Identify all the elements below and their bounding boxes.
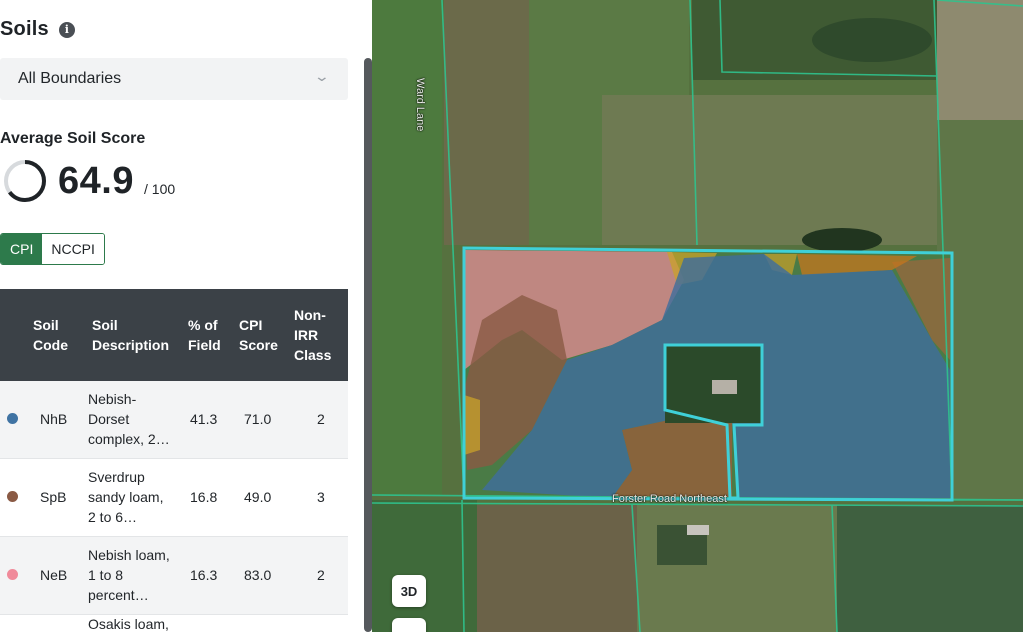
layers-icon[interactable] [392,618,426,632]
toggle-nccpi[interactable]: NCCPI [42,234,104,264]
header-soil-code[interactable]: Soil Code [33,315,68,355]
header-soil-description[interactable]: Soil Description [92,315,169,355]
soil-color-swatch [7,413,18,424]
soils-table: Soil Code Soil Description % of Field CPI Sc… [0,289,348,615]
partial-row-description: Osakis loam, [88,616,169,632]
score-type-toggle: CPI NCCPI [0,233,105,265]
soil-zone-yellow-3 [464,395,480,455]
map-canvas [372,0,1023,632]
soils-panel: Soils i All Boundaries ⌄ Average Soil Sc… [0,0,362,632]
chevron-down-icon: ⌄ [313,68,331,84]
soil-color-swatch [7,569,18,580]
table-row[interactable]: NhB Nebish- Dorset complex, 2… 41.3 71.0 2 [0,381,348,459]
satellite-map[interactable]: Ward Lane Forster Road Northeast 3D [372,0,1023,632]
cpi-score: 71.0 [244,411,272,427]
average-score-value: 64.9 [58,160,134,202]
header-percent-of-field[interactable]: % of Field [188,315,221,355]
average-score-max: / 100 [144,181,176,197]
non-irr-class: 2 [317,411,325,427]
road-label-forster-road: Forster Road Northeast [612,493,727,505]
table-header: Soil Code Soil Description % of Field CPI Sc… [0,289,348,381]
header-non-irr-class[interactable]: Non- IRR Class [294,305,331,365]
table-row[interactable]: NeB Nebish loam, 1 to 8 percent… 16.3 83.0… [0,537,348,615]
road-label-ward-lane: Ward Lane [414,78,426,132]
soil-description: Sverdrup sandy loam, 2 to 6… [88,469,164,525]
average-soil-score-label: Average Soil Score [0,130,146,147]
info-icon[interactable]: i [58,21,75,38]
soil-description: Nebish- Dorset complex, 2… [88,391,170,447]
cpi-score: 49.0 [244,489,272,505]
panel-header: Soils i [0,18,75,41]
soil-code: SpB [40,489,67,505]
boundary-select-value: All Boundaries [18,70,122,87]
toggle-cpi[interactable]: CPI [1,234,43,264]
non-irr-class: 2 [317,567,325,583]
soil-description: Nebish loam, 1 to 8 percent… [88,547,170,603]
3d-view-button[interactable]: 3D [392,575,426,607]
panel-scrollbar[interactable] [364,58,372,632]
cpi-score: 83.0 [244,567,272,583]
percent-of-field: 16.8 [190,489,218,505]
boundary-select[interactable]: All Boundaries ⌄ [0,58,348,100]
non-irr-class: 3 [317,489,325,505]
header-cpi-score[interactable]: CPI Score [239,315,278,355]
score-gauge [4,160,46,202]
table-row[interactable]: SpB Sverdrup sandy loam, 2 to 6… 16.8 49.0… [0,459,348,537]
soil-color-swatch [7,491,18,502]
soil-code: NeB [40,567,68,583]
percent-of-field: 41.3 [190,411,218,427]
soil-code: NhB [40,411,68,427]
panel-title: Soils [0,18,49,40]
percent-of-field: 16.3 [190,567,218,583]
